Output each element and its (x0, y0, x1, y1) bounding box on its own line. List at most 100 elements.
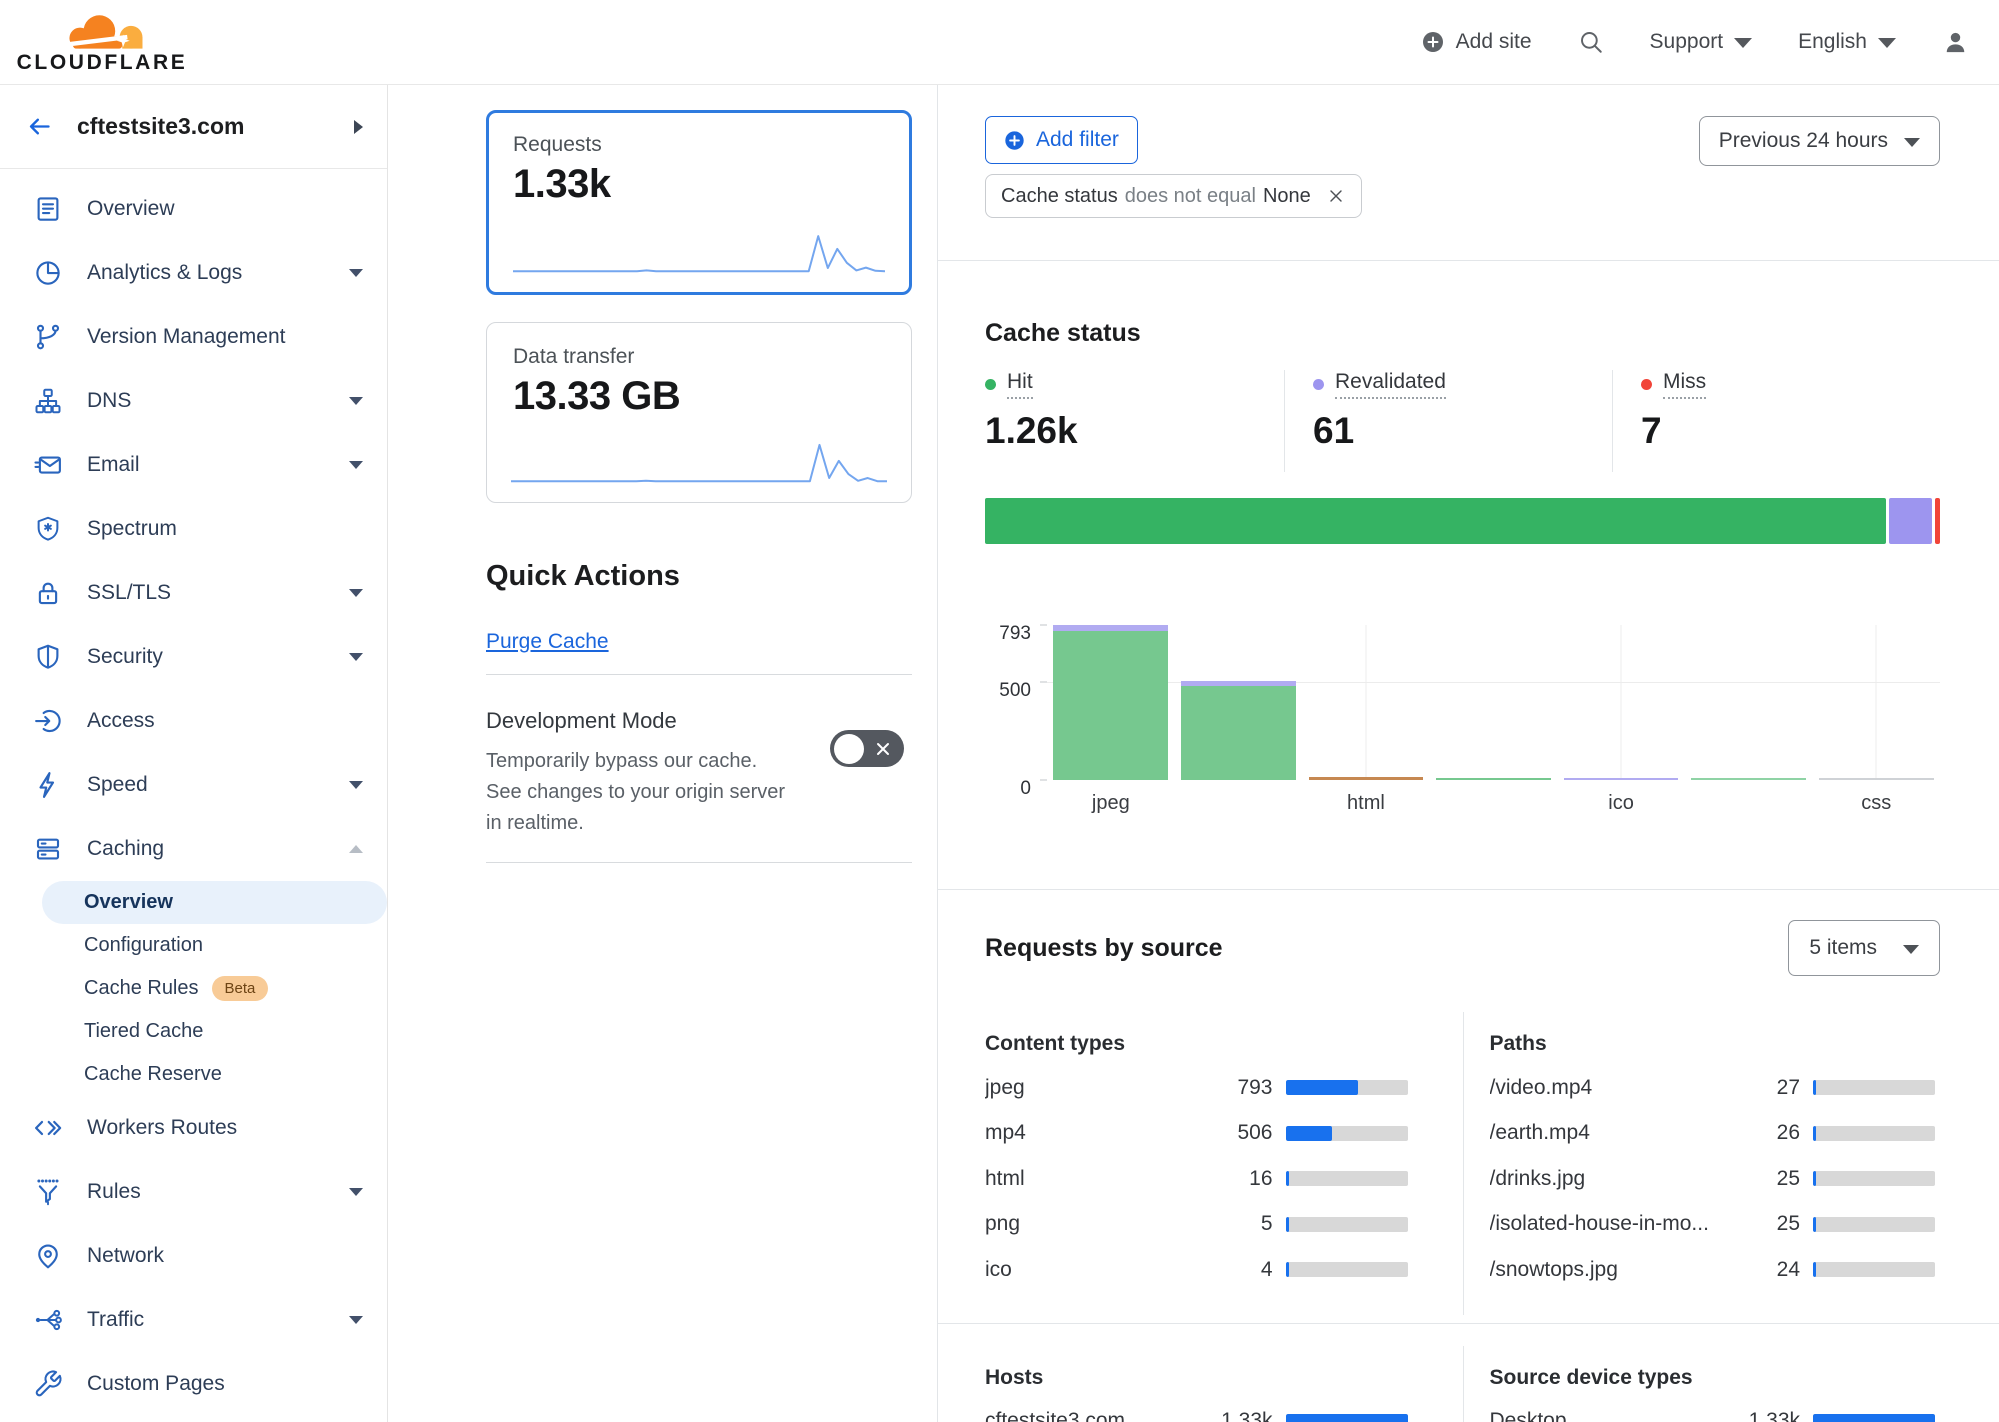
chip-operator: does not equal (1125, 185, 1256, 208)
sidebar-item-label: Access (87, 709, 363, 733)
stacked-bar-segment (985, 498, 1886, 544)
sidebar-item-ssl-tls[interactable]: SSL/TLS (0, 561, 387, 625)
requests-by-source-header: Requests by source 5 items (985, 920, 1940, 976)
sidebar-item-version-management[interactable]: Version Management (0, 305, 387, 369)
usage-row-value: 506 (1201, 1121, 1273, 1145)
usage-row-label: /snowtops.jpg (1490, 1258, 1729, 1282)
git-branch-icon (33, 322, 63, 352)
usage-row-value: 1.33k (1728, 1409, 1800, 1422)
support-menu[interactable]: Support (1650, 30, 1753, 54)
sidebar-subitem-cache-rules[interactable]: Cache Rules Beta (42, 967, 387, 1010)
sidebar: cftestsite3.com Overview Analytics & Log… (0, 85, 388, 1422)
usage-row-bar (1286, 1414, 1408, 1422)
usage-row-bar-fill (1813, 1080, 1816, 1095)
usage-row-bar-fill (1813, 1262, 1816, 1277)
sidebar-nav: Overview Analytics & Logs Version Manage… (0, 169, 387, 1416)
usage-row-bar-fill (1286, 1126, 1332, 1141)
usage-row-value: 16 (1201, 1167, 1273, 1191)
sidebar-item-security[interactable]: Security (0, 625, 387, 689)
sidebar-item-caching[interactable]: Caching (0, 817, 387, 881)
chevron-down-icon (1734, 38, 1752, 48)
sidebar-item-dns[interactable]: DNS (0, 369, 387, 433)
funnel-icon (33, 1177, 63, 1207)
sidebar-subitem-configuration[interactable]: Configuration (42, 924, 387, 967)
stat-hit: Hit 1.26k (985, 370, 1284, 472)
sidebar-subitem-caching-overview[interactable]: Overview (42, 881, 387, 924)
usage-row-bar (1813, 1080, 1935, 1095)
back-arrow-icon[interactable] (26, 113, 53, 140)
sidebar-item-access[interactable]: Access (0, 689, 387, 753)
add-site-button[interactable]: Add site (1421, 30, 1532, 54)
chart-bar-segment (1053, 631, 1168, 780)
plus-circle-icon (1421, 30, 1445, 54)
divider (938, 889, 1999, 890)
sidebar-item-label: Email (87, 453, 325, 477)
data-transfer-metric-card[interactable]: Data transfer 13.33 GB (486, 322, 912, 503)
subitem-label: Cache Rules (84, 977, 199, 1000)
usage-row-bar-fill (1813, 1126, 1816, 1141)
sidebar-item-label: Caching (87, 837, 325, 861)
plus-circle-icon (1004, 130, 1025, 151)
sidebar-item-overview[interactable]: Overview (0, 177, 387, 241)
chevron-down-icon (1904, 138, 1920, 147)
support-label: Support (1650, 30, 1724, 54)
sidebar-item-network[interactable]: Network (0, 1224, 387, 1288)
requests-metric-card[interactable]: Requests 1.33k (486, 110, 912, 295)
sidebar-item-workers-routes[interactable]: Workers Routes (0, 1096, 387, 1160)
sidebar-subitem-cache-reserve[interactable]: Cache Reserve (42, 1053, 387, 1096)
filter-chip[interactable]: Cache status does not equal None (985, 174, 1362, 218)
purge-cache-link[interactable]: Purge Cache (486, 630, 609, 654)
subitem-label: Tiered Cache (84, 1020, 203, 1043)
usage-row-bar (1813, 1171, 1935, 1186)
group-title: Paths (1490, 1032, 1936, 1056)
content-types-group: Content types jpeg 793 mp4 506 html 16 p… (985, 1018, 1463, 1293)
usage-row-value: 24 (1728, 1258, 1800, 1282)
add-filter-button[interactable]: Add filter (985, 116, 1138, 164)
chevron-down-icon (349, 1316, 363, 1324)
group-title: Hosts (985, 1366, 1408, 1390)
stat-label[interactable]: Miss (1663, 370, 1706, 399)
language-menu[interactable]: English (1798, 30, 1896, 54)
chevron-right-icon[interactable] (354, 120, 363, 134)
stat-label[interactable]: Revalidated (1335, 370, 1446, 399)
sidebar-item-label: Version Management (87, 325, 363, 349)
data-transfer-sparkline (511, 436, 887, 488)
analytics-panel: Add filter Previous 24 hours Cache statu… (937, 85, 1999, 1422)
usage-row: /earth.mp4 26 (1490, 1111, 1936, 1157)
usage-row-label: /isolated-house-in-mo... (1490, 1212, 1729, 1236)
source-device-types-group: Source device types Desktop 1.33k (1463, 1352, 1941, 1422)
chart-bar-segment (1436, 778, 1551, 780)
sidebar-subitem-tiered-cache[interactable]: Tiered Cache (42, 1010, 387, 1053)
usage-row-bar (1286, 1126, 1408, 1141)
stat-miss: Miss 7 (1612, 370, 1940, 472)
usage-row-bar-fill (1286, 1080, 1359, 1095)
sidebar-item-label: Traffic (87, 1308, 325, 1332)
sidebar-item-label: Analytics & Logs (87, 261, 325, 285)
sidebar-item-traffic[interactable]: Traffic (0, 1288, 387, 1352)
sidebar-item-custom-pages[interactable]: Custom Pages (0, 1352, 387, 1416)
close-icon[interactable] (1326, 186, 1346, 206)
sidebar-item-rules[interactable]: Rules (0, 1160, 387, 1224)
usage-row-value: 26 (1728, 1121, 1800, 1145)
time-range-dropdown[interactable]: Previous 24 hours (1699, 116, 1940, 166)
chevron-down-icon (349, 589, 363, 597)
user-icon[interactable] (1942, 29, 1969, 56)
sidebar-item-speed[interactable]: Speed (0, 753, 387, 817)
search-icon[interactable] (1578, 29, 1604, 55)
code-brackets-icon (33, 1113, 63, 1143)
stacked-bar-segment (1935, 498, 1940, 544)
dev-mode-toggle[interactable] (830, 730, 904, 767)
cache-status-stats: Hit 1.26k Revalidated 61 Miss (985, 370, 1940, 472)
sidebar-item-email[interactable]: Email (0, 433, 387, 497)
dev-mode-title: Development Mode (486, 708, 816, 734)
sidebar-item-analytics-logs[interactable]: Analytics & Logs (0, 241, 387, 305)
chart-bar (1053, 625, 1168, 780)
chart-bar-segment (1819, 778, 1934, 780)
metrics-column: Requests 1.33k Data transfer 13.33 GB Qu… (388, 85, 937, 1422)
chart-bar (1309, 777, 1424, 780)
sidebar-item-label: SSL/TLS (87, 581, 325, 605)
sidebar-item-spectrum[interactable]: Spectrum (0, 497, 387, 561)
stat-label[interactable]: Hit (1007, 370, 1033, 399)
usage-row-label: ico (985, 1258, 1201, 1282)
items-count-dropdown[interactable]: 5 items (1788, 920, 1940, 976)
